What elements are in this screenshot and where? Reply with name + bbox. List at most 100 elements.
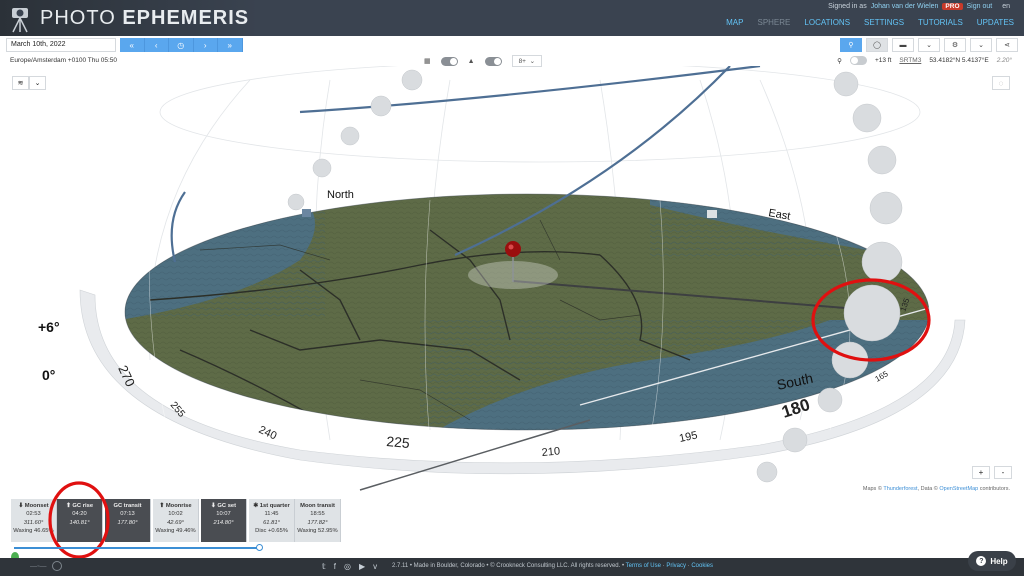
elevation-plus6-label: +6° — [38, 319, 60, 335]
event-azimuth: 61.81° — [263, 519, 280, 526]
brand-bold: EPHEMERIS — [122, 7, 250, 29]
mountain-icon: ▲ — [467, 57, 475, 65]
play-circle-icon[interactable] — [52, 561, 63, 571]
play-track-icon[interactable]: —◦— — [30, 563, 46, 570]
zoom-select-value: 8+ — [518, 58, 526, 65]
event-time: 10:02 — [168, 511, 183, 518]
footer: —◦— 𝕥 f ◎ ▶ v 2.7.11 • Made in Boulder, … — [0, 558, 1024, 576]
search-icon[interactable]: ⚲ — [840, 38, 862, 52]
sphere-view[interactable]: North East South +6° 0° 270 255 240 225 … — [0, 66, 1024, 496]
map-attribution: Maps © Thunderforest, Data © OpenStreetM… — [863, 486, 1010, 492]
north-label: North — [327, 189, 354, 201]
event-first-quarter[interactable]: ✱ 1st quarter 11:45 61.81° Disc +0.65% — [249, 499, 295, 542]
event-note: Disc +0.65% — [255, 528, 288, 535]
thunderforest-link[interactable]: Thunderforest — [883, 486, 917, 492]
social-icons: 𝕥 f ◎ ▶ v — [322, 562, 377, 571]
map-icon: ▦ — [424, 58, 431, 65]
elevation-zero-label: 0° — [42, 367, 55, 383]
vimeo-icon[interactable]: v — [373, 562, 377, 571]
chevron-down-icon[interactable]: ⌄ — [918, 38, 940, 52]
event-note: Waxing 49.46% — [155, 528, 196, 535]
instagram-icon[interactable]: ◎ — [344, 562, 351, 571]
facebook-icon[interactable]: f — [334, 562, 336, 571]
terrain-disc — [124, 193, 930, 431]
main-nav: MAP SPHERE LOCATIONS SETTINGS TUTORIALS … — [726, 18, 1014, 27]
terrain-toggle[interactable] — [484, 56, 502, 66]
time-slider[interactable] — [14, 544, 263, 551]
help-label: Help — [990, 556, 1008, 566]
height-toggle[interactable] — [849, 56, 867, 65]
chevron-down-icon[interactable]: ⌄ — [970, 38, 992, 52]
nav-updates[interactable]: UPDATES — [977, 18, 1014, 27]
signout-link[interactable]: Sign out — [967, 3, 993, 10]
event-azimuth: 177.82° — [307, 519, 328, 526]
terms-link[interactable]: Terms of Use — [626, 563, 661, 569]
gear-icon[interactable]: ⚙ — [944, 38, 966, 52]
top-header: PHOTO EPHEMERIS Signed in as Johan van d… — [0, 0, 1024, 36]
coordinates: 53.4182°N 5.4137°E — [929, 57, 989, 64]
srtm-link[interactable]: SRTM3 — [899, 57, 921, 64]
youtube-icon[interactable]: ▶ — [359, 562, 365, 571]
zoom-controls: + - — [972, 466, 1012, 479]
event-time: 11:45 — [264, 511, 279, 518]
time-slider-handle[interactable] — [256, 544, 263, 551]
brand-light: PHOTO — [40, 7, 116, 29]
chevron-left-icon[interactable]: ‹ — [144, 38, 169, 52]
attrib-data: , Data © — [917, 486, 938, 492]
zoom-in-button[interactable]: + — [972, 466, 990, 479]
date-nav-buttons: « ‹ ◷ › » — [120, 38, 243, 52]
north-marker — [302, 209, 311, 217]
event-title: ⬆ Moonrise — [159, 503, 192, 509]
pro-badge: PRO — [942, 3, 963, 10]
chevron-right-icon[interactable]: › — [193, 38, 218, 52]
playback-controls: —◦— — [30, 561, 63, 571]
toolbar: March 10th, 2022 « ‹ ◷ › » ⚲ ◯ ▬ ⌄ ⚙ ⌄ ⋖ — [0, 36, 1024, 54]
event-moon-transit[interactable]: Moon transit 18:55 177.82° Waxing 52.95% — [295, 499, 341, 542]
version-text: 2.7.11 • Made in Boulder, Colorado • © C… — [392, 563, 625, 569]
event-time: 10:07 — [216, 511, 231, 518]
timezone-label: Europe/Amsterdam +0100 Thu 05:50 — [10, 57, 118, 64]
cookies-link[interactable]: Cookies — [691, 563, 713, 569]
bearing-225: 225 — [386, 433, 411, 451]
zoom-out-button[interactable]: - — [994, 466, 1012, 479]
event-azimuth: 214.80° — [213, 519, 234, 526]
user-link[interactable]: Johan van der Wielen — [871, 3, 939, 10]
event-title: ⬇ GC set — [210, 503, 237, 509]
double-chevron-right-icon[interactable]: » — [218, 38, 243, 52]
location-info: ⚲ +13 ft SRTM3 53.4182°N 5.4137°E 2.20° — [837, 56, 1012, 65]
nav-locations[interactable]: LOCATIONS — [804, 18, 850, 27]
signin-info: Signed in as Johan van der Wielen PRO Si… — [828, 3, 1010, 10]
event-title: Moon transit — [300, 503, 335, 509]
share-icon[interactable]: ⋖ — [996, 38, 1018, 52]
event-time: 18:55 — [310, 511, 325, 518]
map-toggle[interactable] — [440, 56, 458, 66]
event-moonrise[interactable]: ⬆ Moonrise 10:02 42.69° Waxing 49.46% — [153, 499, 199, 542]
twitter-icon[interactable]: 𝕥 — [322, 562, 326, 571]
date-field[interactable]: March 10th, 2022 — [6, 38, 116, 52]
event-note: Waxing 52.95% — [297, 528, 338, 535]
osm-link[interactable]: OpenStreetMap — [939, 486, 978, 492]
nav-settings[interactable]: SETTINGS — [864, 18, 904, 27]
panel-toggle-icon[interactable]: ▬ — [892, 38, 914, 52]
event-gc-set[interactable]: ⬇ GC set 10:07 214.80° — [201, 499, 247, 542]
time-circle-icon[interactable]: ◯ — [866, 38, 888, 52]
nav-tutorials[interactable]: TUTORIALS — [918, 18, 963, 27]
signin-prefix: Signed in as — [828, 3, 867, 10]
nav-sphere[interactable]: SPHERE — [757, 18, 790, 27]
double-chevron-left-icon[interactable]: « — [120, 38, 145, 52]
clock-icon[interactable]: ◷ — [169, 38, 194, 52]
tilt-value: 2.20° — [996, 57, 1012, 64]
help-button[interactable]: ? Help — [968, 551, 1016, 571]
footer-text: 2.7.11 • Made in Boulder, Colorado • © C… — [392, 563, 714, 569]
bearing-240: 240 — [257, 424, 279, 443]
privacy-link[interactable]: Privacy — [666, 563, 686, 569]
elevation-value: +13 ft — [874, 57, 892, 64]
bearing-165: 165 — [874, 369, 891, 384]
attrib-suffix: contributors. — [979, 486, 1010, 492]
language-selector[interactable]: en — [1002, 3, 1010, 10]
bearing-210: 210 — [541, 445, 560, 459]
app-logo-text[interactable]: PHOTO EPHEMERIS — [40, 7, 249, 30]
nav-map[interactable]: MAP — [726, 18, 743, 27]
event-azimuth: 42.69° — [167, 519, 184, 526]
camera-tripod-logo-icon — [12, 8, 28, 33]
